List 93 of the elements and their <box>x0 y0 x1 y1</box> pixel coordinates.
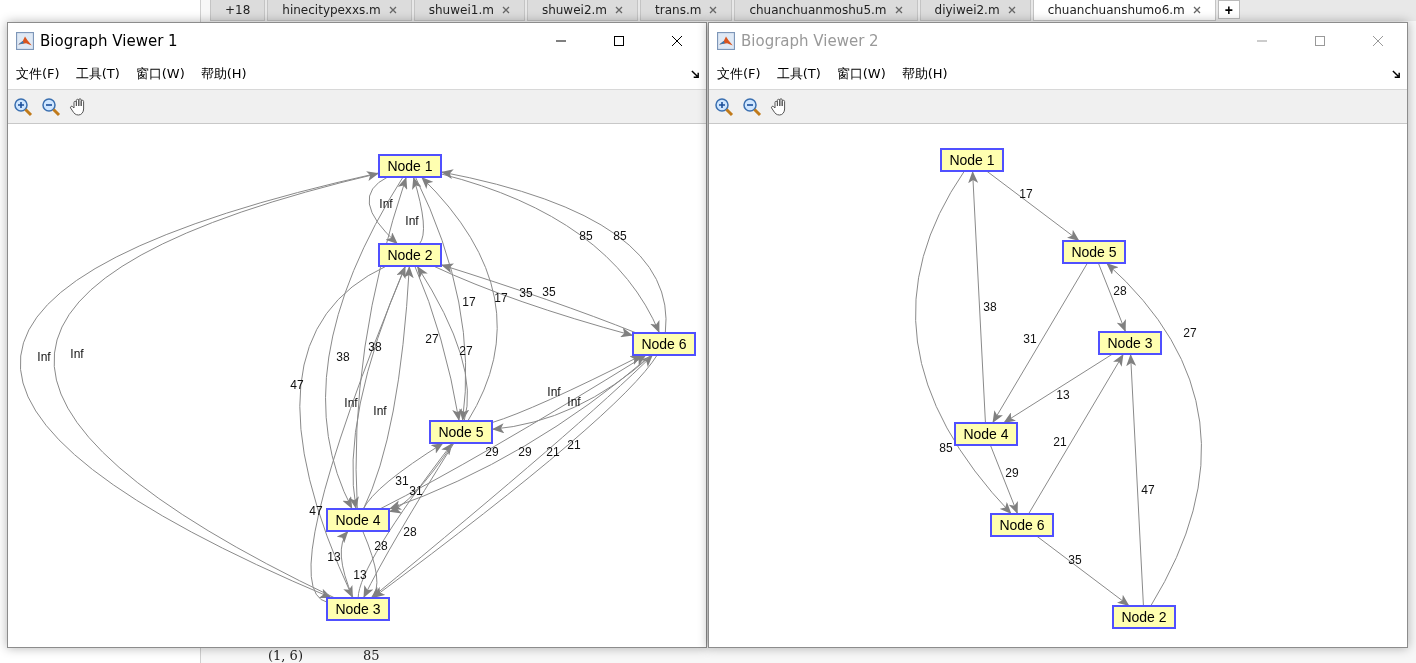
graph-node[interactable]: Node 5 <box>429 420 493 444</box>
menu-item[interactable]: 文件(F) <box>717 65 761 83</box>
edge-label: 35 <box>519 286 533 300</box>
edge-label: 47 <box>290 378 304 392</box>
close-icon[interactable] <box>894 6 903 14</box>
graph-node[interactable]: Node 6 <box>990 513 1054 537</box>
editor-tab[interactable]: chuanchuanshumo6.m <box>1032 0 1216 21</box>
dock-arrow-icon[interactable] <box>1392 69 1401 79</box>
edge-label: 29 <box>1005 466 1019 480</box>
edge-label: 85 <box>579 229 593 243</box>
graph-node[interactable]: Node 2 <box>378 243 442 267</box>
edge-label: 31 <box>395 474 409 488</box>
editor-tab[interactable]: shuwei2.m <box>526 0 639 21</box>
edge-label: 28 <box>1113 284 1127 298</box>
edge-label: Inf <box>547 385 561 399</box>
graph-node[interactable]: Node 2 <box>1112 605 1176 629</box>
edge-label: 27 <box>459 344 473 358</box>
zoom-in-button[interactable] <box>713 95 735 118</box>
window-title: Biograph Viewer 2 <box>741 32 879 50</box>
app-logo-icon <box>16 32 34 50</box>
editor-tab[interactable]: diyiwei2.m <box>919 0 1031 21</box>
edge-label: Inf <box>70 347 84 361</box>
edge-label: 31 <box>409 484 423 498</box>
editor-tab[interactable]: hinecitypexxs.m <box>267 0 412 21</box>
app-logo-icon <box>717 32 735 50</box>
edge-label: Inf <box>37 350 51 364</box>
editor-tab[interactable]: +18 <box>210 0 266 21</box>
edge-label: 28 <box>403 525 417 539</box>
variable-value: 85 <box>362 648 380 663</box>
edge-label: 28 <box>374 539 388 553</box>
zoom-out-button[interactable] <box>741 95 763 118</box>
graph-node[interactable]: Node 4 <box>326 508 390 532</box>
edge-label: Inf <box>379 197 393 211</box>
editor-tab[interactable]: chuanchuanmoshu5.m <box>734 0 918 21</box>
zoom-in-button[interactable] <box>12 95 34 118</box>
new-tab-button[interactable]: + <box>1217 0 1240 19</box>
close-icon[interactable] <box>615 6 624 14</box>
edge-label: 21 <box>567 438 581 452</box>
edge-label: 38 <box>368 340 382 354</box>
menu-item[interactable]: 帮助(H) <box>901 65 948 83</box>
edge-label: 21 <box>546 445 560 459</box>
edge-label: 85 <box>613 229 627 243</box>
graph-node[interactable]: Node 1 <box>378 154 442 178</box>
edge-label: 13 <box>1056 388 1070 402</box>
edge-label: Inf <box>567 395 581 409</box>
edge-label: 29 <box>485 445 499 459</box>
menu-item[interactable]: 帮助(H) <box>200 65 247 83</box>
maximize-icon <box>1314 35 1326 47</box>
edge-label: 27 <box>1183 326 1197 340</box>
window-title: Biograph Viewer 1 <box>40 32 178 50</box>
edge-label: 31 <box>1023 332 1037 346</box>
edge-label: Inf <box>405 214 419 228</box>
graph-node[interactable]: Node 4 <box>954 422 1018 446</box>
edge-label: 13 <box>353 568 367 582</box>
edge-label: 17 <box>462 295 476 309</box>
close-icon[interactable] <box>501 6 510 14</box>
edge-label: 38 <box>336 350 350 364</box>
menu-item[interactable]: 窗口(W) <box>135 65 185 83</box>
edge-label: 17 <box>1019 187 1033 201</box>
menu-item[interactable]: 窗口(W) <box>836 65 886 83</box>
close-icon[interactable] <box>709 6 718 14</box>
menu-item[interactable]: 工具(T) <box>776 65 821 83</box>
edge-label: 13 <box>327 550 341 564</box>
menu-item[interactable]: 文件(F) <box>16 65 60 83</box>
editor-tab[interactable]: trans.m <box>640 0 733 21</box>
graph-node[interactable]: Node 3 <box>326 597 390 621</box>
edge-label: 35 <box>1068 553 1082 567</box>
close-icon[interactable] <box>1007 6 1016 14</box>
edge-label: 38 <box>983 300 997 314</box>
variable-index: (1, 6) <box>268 648 303 663</box>
graph-node[interactable]: Node 5 <box>1062 240 1126 264</box>
edge-label: 21 <box>1053 435 1067 449</box>
zoom-out-button[interactable] <box>40 95 62 118</box>
graph-node[interactable]: Node 3 <box>1098 331 1162 355</box>
dock-arrow-icon[interactable] <box>691 69 700 79</box>
close-icon[interactable] <box>388 6 397 14</box>
edge-label: 17 <box>494 291 508 305</box>
graph-node[interactable]: Node 6 <box>632 332 696 356</box>
edge-label: 35 <box>542 285 556 299</box>
edge-label: 47 <box>309 504 323 518</box>
edge-label: 27 <box>425 332 439 346</box>
edge-label: 47 <box>1141 483 1155 497</box>
maximize-icon <box>613 35 625 47</box>
edge-label: Inf <box>344 396 358 410</box>
close-icon <box>1372 35 1384 47</box>
close-icon <box>671 35 683 47</box>
graph-node[interactable]: Node 1 <box>940 148 1004 172</box>
editor-tab[interactable]: shuwei1.m <box>413 0 525 21</box>
close-icon[interactable] <box>1192 6 1201 14</box>
menu-item[interactable]: 工具(T) <box>75 65 120 83</box>
edge-label: 29 <box>518 445 532 459</box>
edge-label: Inf <box>373 404 387 418</box>
edge-label: 85 <box>939 441 953 455</box>
